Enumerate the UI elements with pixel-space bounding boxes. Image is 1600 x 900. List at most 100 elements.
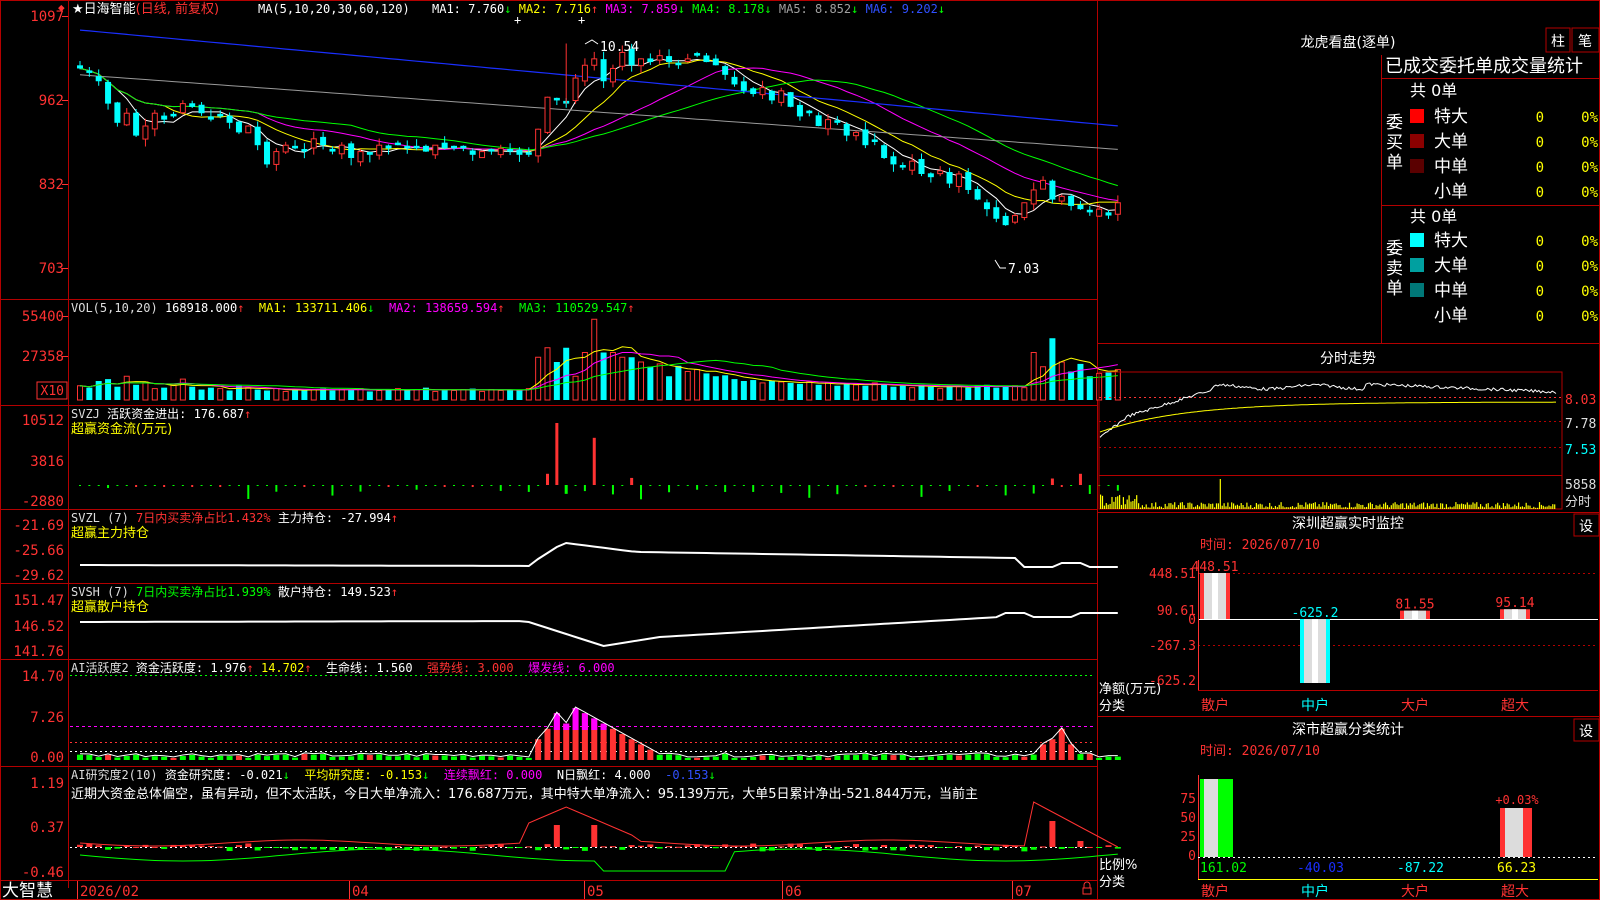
svzj-bar <box>368 485 371 486</box>
candle <box>974 186 981 201</box>
ai2-bar <box>1086 846 1093 848</box>
volume-bar <box>479 390 486 401</box>
intraday-panel[interactable]: 分时走势 8.03 7.78 7.53 5858 分时 <box>1098 351 1596 510</box>
svsh-panel[interactable]: 151.47 146.52 141.76 SVSH (7) 7日内买卖净占比1.… <box>13 584 1118 660</box>
candle-body <box>1012 215 1018 223</box>
ai2-bar <box>1040 846 1047 848</box>
volume-bar <box>105 379 112 400</box>
ai1-bar <box>722 753 729 760</box>
candle-body <box>151 112 158 130</box>
candle <box>796 101 803 121</box>
ma-line <box>79 58 1118 215</box>
volume-bar <box>937 388 944 401</box>
intraday-volume-bar <box>1284 507 1286 509</box>
intraday-volume-bar <box>1320 506 1322 509</box>
volume-panel[interactable]: 55400 27358 X10 VOL(5,10,20) 168918.000↑… <box>22 301 1121 401</box>
intraday-volume-bar <box>1331 504 1333 509</box>
volume-bar <box>609 352 616 401</box>
svzj-bar <box>836 485 839 495</box>
ai2-bar <box>572 847 579 848</box>
sz-monitor-panel[interactable]: 深圳超赢实时监控 设 时间: 2026/07/10 448.51 90.61 0… <box>1099 513 1600 714</box>
candle <box>535 128 542 163</box>
volume-bar <box>245 387 252 401</box>
svzl-panel[interactable]: -21.69 -25.66 -29.62 SVZL (7) 7日内买卖净占比1.… <box>13 510 1118 584</box>
svg-text:设: 设 <box>1579 519 1593 535</box>
monitor-bar-value: -625.2 <box>1292 606 1339 621</box>
ai2-bar <box>1068 847 1075 848</box>
intraday-volume-bar <box>1379 504 1381 509</box>
ai-research-panel[interactable]: 1.19 0.37 -0.46 AI研究度2(10) 资金研究度: -0.021… <box>22 767 1121 881</box>
intraday-volume-bar <box>1100 494 1102 509</box>
intraday-title: 分时走势 <box>1320 351 1376 367</box>
ai1-bar <box>385 756 392 760</box>
ai1-bar <box>628 739 635 760</box>
stock-chart-canvas[interactable]: 1097 962 832 703 ★日海智能(日线, 前复权) MA(5,10,… <box>0 0 1600 900</box>
candle <box>348 141 355 166</box>
intraday-volume-bar <box>1185 507 1187 509</box>
svzj-bar <box>985 485 988 486</box>
candle <box>320 131 327 150</box>
monitor-category: 超大 <box>1501 698 1529 714</box>
candle <box>310 131 317 155</box>
ai2-bar <box>843 846 850 848</box>
svzj-bar <box>714 485 717 486</box>
intraday-volume-bar <box>1415 506 1417 509</box>
svzj-bar <box>312 485 315 486</box>
candle <box>834 116 841 125</box>
candle-body <box>768 90 775 101</box>
ai2-bar <box>825 845 831 847</box>
svsh-header: SVSH (7) 7日内买卖净占比1.939% 散户持仓: 149.523↑, <box>71 584 405 599</box>
candle-body <box>329 148 336 152</box>
svzj-bar <box>920 485 923 497</box>
intraday-volume-bar <box>1419 504 1421 509</box>
ai-activity-panel[interactable]: 14.70 7.26 0.00 AI活跃度2 资金活跃度: 1.976↑,14.… <box>22 660 1121 766</box>
order-count: 0 <box>1536 259 1544 275</box>
intraday-volume-bar <box>1540 504 1542 509</box>
ai2-bar <box>217 846 224 848</box>
ai1-bar <box>460 755 467 760</box>
volume-bar <box>488 389 495 401</box>
panel-borders <box>0 0 1600 900</box>
sz-monitor-settings-button[interactable]: 设 <box>1573 513 1600 537</box>
sz-category-panel[interactable]: 深市超赢分类统计 设 时间: 2026/07/10 75 50 25 0 比例%… <box>1099 718 1600 900</box>
svzj-panel[interactable]: 10512 3816 -2880 SVZJ 活跃资金进出: 176.687↑, … <box>22 406 1119 510</box>
svzj-bar <box>499 485 502 491</box>
volume-bar <box>787 382 794 400</box>
candle-body <box>366 152 373 155</box>
intraday-volume-bar <box>1134 499 1136 509</box>
svzj-bar <box>1042 485 1045 486</box>
price-panel[interactable]: 1097 962 832 703 ★日海智能(日线, 前复权) MA(5,10,… <box>30 1 1121 277</box>
ai2-bar <box>628 845 635 847</box>
intraday-volume-bar <box>1139 507 1142 509</box>
intraday-volume-bar <box>1407 505 1409 509</box>
ai2-bar <box>544 844 551 847</box>
candle-body <box>993 207 1000 219</box>
svzj-bar <box>808 485 811 498</box>
intraday-volume-bar <box>1504 506 1506 509</box>
bar-mode-button[interactable]: 柱 <box>1545 27 1571 53</box>
volume-bar <box>825 382 831 401</box>
intraday-volume-bar <box>1318 504 1320 509</box>
svzj-bar <box>911 485 914 486</box>
ai2-bar <box>946 847 953 848</box>
intraday-volume-bar <box>1122 497 1124 509</box>
sz-cat-settings-button[interactable]: 设 <box>1573 718 1600 742</box>
longhu-panel[interactable]: 龙虎看盘(逐单) 柱 笔 已成交委托单成交量统计 共 0单 共 0单 委买单 委… <box>1301 27 1600 326</box>
svg-text:MA1: 7.760↓ MA2: 7.716: MA1: 7.760↓ MA2: 7.716↑ MA3: 7.859↓ MA4:… <box>432 2 945 16</box>
svzj-bar <box>191 485 194 487</box>
intraday-volume-bar <box>1345 506 1347 509</box>
ai1-bar <box>647 749 654 760</box>
intraday-volume-bar <box>1531 507 1533 509</box>
intraday-volume-bar <box>1138 503 1140 509</box>
svzj-bar <box>724 485 727 492</box>
candle-body <box>338 144 345 155</box>
intraday-volume-bar <box>1459 504 1461 509</box>
tick-mode-button[interactable]: 笔 <box>1571 27 1600 53</box>
candle-body <box>1002 215 1009 226</box>
monitor-bar: 81.55 大户 <box>1395 598 1434 714</box>
ai1-bar <box>1096 757 1103 760</box>
order-pct: 0% <box>1581 110 1598 126</box>
candle-body <box>460 145 467 149</box>
svg-text:卖: 卖 <box>1386 259 1403 279</box>
svzj-bar <box>284 485 287 486</box>
